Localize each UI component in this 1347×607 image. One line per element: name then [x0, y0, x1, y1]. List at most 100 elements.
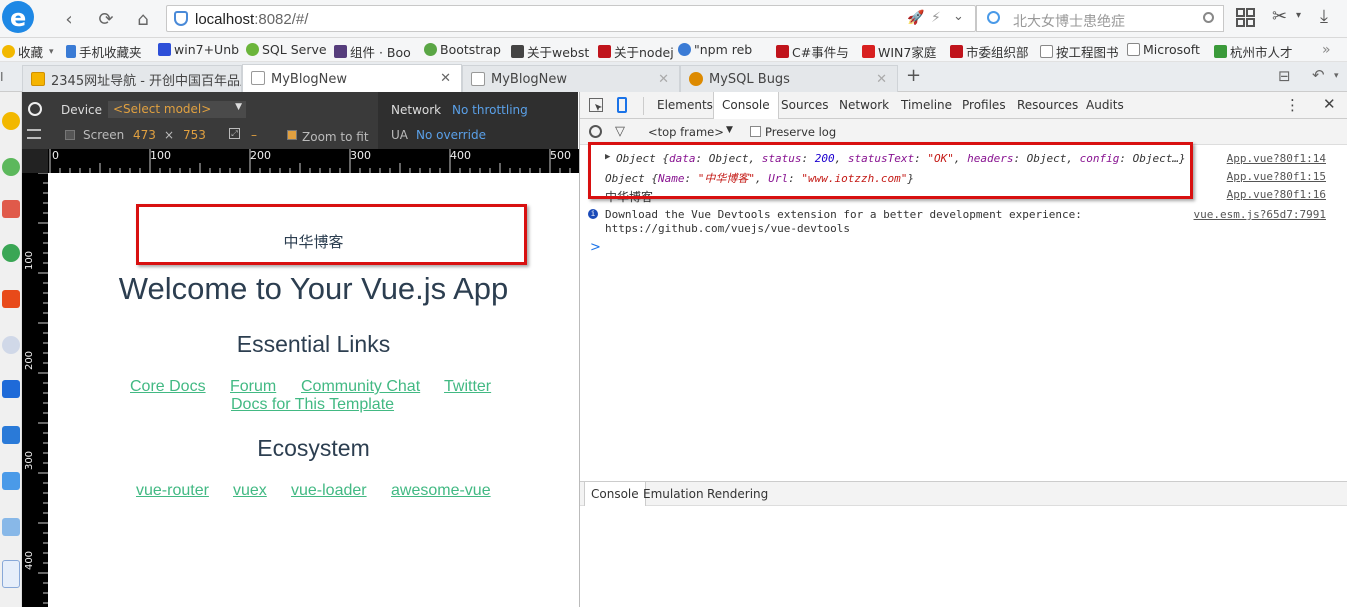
tab-mysql-bugs[interactable]: MySQL Bugs ✕	[680, 65, 898, 92]
log-source-link[interactable]: vue.esm.js?65d7:7991	[1194, 208, 1326, 221]
download-icon[interactable]: ⤓	[1320, 6, 1328, 27]
device-pixel-ratio[interactable]: –	[251, 128, 257, 142]
tab-manager-icon[interactable]: ⊟	[1278, 67, 1291, 85]
undo-close-icon[interactable]: ↶	[1312, 66, 1325, 84]
star-icon[interactable]	[2, 112, 20, 130]
calendar-icon[interactable]	[2, 200, 20, 218]
link-vuex[interactable]: vuex	[233, 482, 267, 500]
close-icon[interactable]: ✕	[658, 72, 669, 87]
close-icon[interactable]: ✕	[440, 71, 451, 86]
link-forum[interactable]: Forum	[230, 378, 276, 396]
console-prompt[interactable]: >	[590, 240, 601, 255]
tab-profiles[interactable]: Profiles	[962, 98, 1006, 112]
tab-2345[interactable]: 2345网址导航 - 开创中国百年品牌	[22, 65, 242, 92]
bookmark-item[interactable]: 手机收藏夹	[66, 42, 142, 61]
ie-logo-icon[interactable]: e	[0, 0, 40, 38]
console-log-line[interactable]: i Download the Vue Devtools extension fo…	[580, 208, 1347, 238]
game-icon[interactable]	[2, 336, 20, 354]
tab-sources[interactable]: Sources	[781, 98, 828, 112]
bookmark-item[interactable]: Microsoft	[1127, 42, 1200, 57]
bookmark-item[interactable]: 按工程图书	[1040, 42, 1119, 61]
bookmark-item[interactable]: win7+Unb	[158, 42, 239, 57]
tab-timeline[interactable]: Timeline	[901, 98, 952, 112]
bookmark-item[interactable]: 市委组织部	[950, 42, 1029, 61]
url-text[interactable]: localhost:8082/#/	[195, 11, 308, 28]
tab-network[interactable]: Network	[839, 98, 889, 112]
search-icon[interactable]	[1203, 12, 1214, 23]
lightning-icon[interactable]: ⚡	[931, 10, 941, 26]
back-to-page-icon[interactable]	[2, 560, 20, 588]
link-community-chat[interactable]: Community Chat	[301, 378, 420, 396]
link-docs-template[interactable]: Docs for This Template	[231, 396, 394, 414]
tab-myblognew[interactable]: MyBlogNew ✕	[462, 65, 680, 92]
tab-resources[interactable]: Resources	[1017, 98, 1078, 112]
back-icon[interactable]: ‹	[56, 6, 82, 32]
computer-icon[interactable]	[2, 426, 20, 444]
taobao-icon[interactable]	[2, 290, 20, 308]
close-devtools-icon[interactable]: ✕	[1323, 95, 1336, 113]
video-icon[interactable]	[2, 380, 20, 398]
scissors-icon[interactable]: ✂	[1272, 6, 1287, 27]
disable-emulation-icon[interactable]	[28, 102, 42, 116]
drawer-tab-rendering[interactable]: Rendering	[707, 487, 768, 501]
home-icon[interactable]: ⌂	[130, 6, 156, 32]
tab-console[interactable]: Console	[713, 92, 779, 119]
tab-audits[interactable]: Audits	[1086, 98, 1124, 112]
refresh-icon[interactable]: ⟳	[93, 6, 119, 32]
link-vue-loader[interactable]: vue-loader	[291, 482, 367, 500]
tab-elements[interactable]: Elements	[657, 98, 713, 112]
ua-override-input[interactable]: No override	[416, 128, 486, 142]
preserve-log-checkbox[interactable]	[750, 126, 761, 137]
drawer-tab-emulation[interactable]: Emulation	[643, 487, 704, 501]
chevron-down-icon[interactable]: ▾	[1334, 71, 1339, 81]
zoom-to-fit-checkbox[interactable]	[287, 130, 297, 140]
filter-icon[interactable]: ▽	[615, 124, 625, 139]
network-throttle-select[interactable]: No throttling	[452, 103, 528, 117]
screen-width[interactable]: 473	[133, 128, 156, 142]
chat-icon[interactable]	[2, 244, 20, 262]
bookmark-item[interactable]: C#事件与	[776, 42, 849, 61]
swap-dimensions-icon[interactable]: ⤢	[229, 128, 240, 139]
log-source-link[interactable]: App.vue?80f1:16	[1227, 188, 1326, 201]
search-input[interactable]: 北大女博士患绝症	[1013, 11, 1125, 31]
link-twitter[interactable]: Twitter	[444, 378, 491, 396]
apps-grid-icon[interactable]	[1236, 8, 1256, 28]
link-awesome-vue[interactable]: awesome-vue	[391, 482, 491, 500]
clear-console-icon[interactable]	[589, 125, 602, 138]
link-core-docs[interactable]: Core Docs	[130, 378, 206, 396]
bookmark-item[interactable]: 关于nodej	[598, 42, 674, 61]
frame-select[interactable]: <top frame>	[648, 125, 724, 139]
tab-scroll-left-icon[interactable]: I	[0, 70, 4, 84]
tab-myblognew-active[interactable]: MyBlogNew ✕	[242, 64, 462, 93]
link-vue-router[interactable]: vue-router	[136, 482, 209, 500]
bookmark-item[interactable]: Bootstrap	[424, 42, 501, 57]
bookmark-item[interactable]: 杭州市人才	[1214, 42, 1293, 61]
bookmark-item[interactable]: 关于webst	[511, 42, 589, 61]
device-mode-icon[interactable]	[617, 97, 627, 113]
clock-icon[interactable]	[2, 158, 20, 176]
calculator-icon[interactable]	[2, 472, 20, 490]
rocket-icon[interactable]: 🚀	[907, 10, 924, 26]
search-box[interactable]: 北大女博士患绝症	[976, 5, 1224, 32]
device-select[interactable]: <Select model> ▼	[108, 101, 246, 118]
more-options-icon[interactable]: ⋮	[1285, 96, 1300, 114]
chevron-down-icon[interactable]: ▾	[1296, 10, 1301, 21]
bookmark-item[interactable]: 组件 · Boo	[334, 42, 411, 61]
log-source-link[interactable]: App.vue?80f1:15	[1227, 170, 1326, 183]
close-icon[interactable]: ✕	[876, 72, 887, 87]
media-query-icon[interactable]	[27, 129, 41, 139]
screen-checkbox[interactable]	[65, 130, 75, 140]
more-bookmarks-icon[interactable]: »	[1322, 42, 1331, 58]
bookmark-favorites[interactable]: 收藏 ▾	[2, 42, 54, 61]
log-source-link[interactable]: App.vue?80f1:14	[1227, 152, 1326, 165]
new-tab-icon[interactable]: +	[906, 65, 921, 86]
bookmark-item[interactable]: "npm reb	[678, 42, 752, 57]
inspect-element-icon[interactable]	[589, 98, 603, 112]
address-bar[interactable]: localhost:8082/#/ 🚀 ⚡ ⌄	[166, 5, 976, 32]
drawer-tab-console[interactable]: Console	[584, 482, 646, 506]
chevron-down-icon[interactable]: ▼	[726, 125, 733, 135]
screen-height[interactable]: 753	[183, 128, 206, 142]
bookmark-item[interactable]: SQL Serve	[246, 42, 327, 57]
notes-icon[interactable]	[2, 518, 20, 536]
chevron-down-icon[interactable]: ⌄	[953, 9, 964, 24]
